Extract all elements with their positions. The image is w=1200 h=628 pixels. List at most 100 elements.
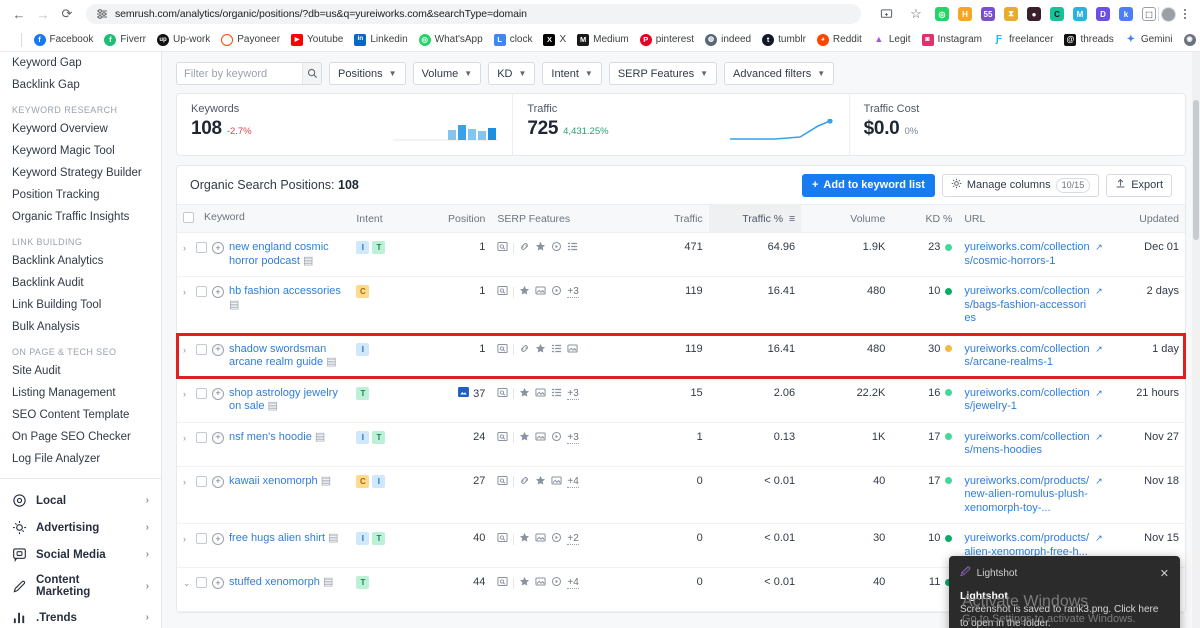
table-row[interactable]: › + nsf men's hoodie ▤ IT 24 +3 1 0.13 1… xyxy=(177,422,1185,467)
serp-reviews-icon[interactable] xyxy=(535,241,546,255)
row-checkbox[interactable] xyxy=(196,475,207,487)
profile-avatar-icon[interactable] xyxy=(1161,6,1176,22)
keyword-link[interactable]: kawaii xenomorph ▤ xyxy=(229,475,331,489)
column-header-intent[interactable]: Intent xyxy=(350,204,420,233)
bookmark-threads[interactable]: @ threads xyxy=(1059,32,1118,48)
bookmark-fiverr[interactable]: f Fiverr xyxy=(99,32,151,48)
keyword-link[interactable]: shadow swordsman arcane realm guide ▤ xyxy=(229,343,344,370)
keyword-link[interactable]: nsf men's hoodie ▤ xyxy=(229,431,325,445)
bookmark-legit[interactable]: ▲ Legit xyxy=(868,32,916,48)
serp-sitelinks-icon[interactable] xyxy=(551,343,562,357)
serp-more-count[interactable]: +3 xyxy=(567,388,579,400)
bookmark-payoneer[interactable]: Payoneer xyxy=(216,32,285,48)
serp-more-count[interactable]: +4 xyxy=(567,577,579,589)
keyword-link[interactable]: free hugs alien shirt ▤ xyxy=(229,532,338,546)
sidebar-item-social-media[interactable]: Social Media › xyxy=(0,541,161,568)
cast-icon[interactable] xyxy=(875,3,897,25)
add-keyword-icon[interactable]: + xyxy=(212,242,224,254)
row-expander-icon[interactable]: › xyxy=(183,532,191,544)
serp-preview-icon[interactable] xyxy=(497,475,508,489)
table-row[interactable]: › + shop astrology jewelry on sale ▤ T 3… xyxy=(177,378,1185,423)
column-header-kd[interactable]: KD % xyxy=(891,204,959,233)
apps-grid-icon[interactable] xyxy=(8,32,14,48)
column-header-position[interactable]: Position xyxy=(419,204,492,233)
serp-preview-icon[interactable] xyxy=(497,431,508,445)
sidebar-item-keyword-gap[interactable]: Keyword Gap xyxy=(0,52,161,74)
row-checkbox[interactable] xyxy=(196,431,207,443)
serp-more-count[interactable]: +4 xyxy=(567,476,579,488)
serp-preview-icon[interactable] xyxy=(497,576,508,590)
serp-preview-icon[interactable] xyxy=(497,343,508,357)
serp-preview-icon[interactable] xyxy=(497,532,508,546)
lightshot-extension-icon[interactable]: ⬚ xyxy=(1142,7,1156,21)
serp-image-icon[interactable] xyxy=(535,431,546,445)
serp-image-icon[interactable] xyxy=(567,343,578,357)
serp-video-icon[interactable] xyxy=(551,241,562,255)
sidebar-item-advertising[interactable]: Advertising › xyxy=(0,514,161,541)
bookmark-x[interactable]: XX xyxy=(538,32,571,48)
slides-extension-icon[interactable]: 55 xyxy=(981,7,995,21)
add-keyword-icon[interactable]: + xyxy=(212,343,224,356)
row-expander-icon[interactable]: › xyxy=(183,241,191,253)
serp-video-icon[interactable] xyxy=(551,285,562,299)
sidebar-item-keyword-magic-tool[interactable]: Keyword Magic Tool xyxy=(0,140,161,162)
external-link-icon[interactable]: ↗ xyxy=(1095,387,1103,399)
add-keyword-icon[interactable]: + xyxy=(212,533,224,545)
close-icon[interactable]: ✕ xyxy=(1160,567,1169,580)
url-link[interactable]: yureiworks.com/collections/jewelry-1 xyxy=(964,387,1091,414)
keyword-overview-icon[interactable]: ▤ xyxy=(303,255,313,267)
row-expander-icon[interactable]: › xyxy=(183,431,191,443)
serp-reviews-icon[interactable] xyxy=(519,387,530,401)
serp-reviews-icon[interactable] xyxy=(535,475,546,489)
filter-kd-button[interactable]: KD ▼ xyxy=(488,62,536,85)
sidebar-item-keyword-overview[interactable]: Keyword Overview xyxy=(0,118,161,140)
table-row[interactable]: › + hb fashion accessories ▤ C 1 +3 119 … xyxy=(177,276,1185,335)
sidebar-item-on-page-seo-checker[interactable]: On Page SEO Checker xyxy=(0,426,161,448)
back-arrow-icon[interactable]: ← xyxy=(8,3,30,25)
sidebar-item-backlink-audit[interactable]: Backlink Audit xyxy=(0,272,161,294)
column-header-traffic-pct[interactable]: Traffic % ≡ xyxy=(708,204,802,233)
filter-serp-features-button[interactable]: SERP Features ▼ xyxy=(608,62,717,85)
keyword-link[interactable]: new england cosmic horror podcast ▤ xyxy=(229,241,344,268)
serp-link-icon[interactable] xyxy=(519,241,530,255)
search-input[interactable] xyxy=(177,67,303,80)
honey-extension-icon[interactable]: H xyxy=(958,7,972,21)
column-header-volume[interactable]: Volume xyxy=(801,204,892,233)
add-keyword-icon[interactable]: + xyxy=(212,387,224,400)
serp-more-count[interactable]: +2 xyxy=(567,533,579,545)
add-keyword-icon[interactable]: + xyxy=(212,577,224,589)
bookmark-pinterest[interactable]: Ppinterest xyxy=(635,32,699,48)
url-link[interactable]: yureiworks.com/products/alien-xenomorph-… xyxy=(964,532,1091,559)
scrollbar-thumb[interactable] xyxy=(1193,100,1199,240)
sidebar-item-position-tracking[interactable]: Position Tracking xyxy=(0,184,161,206)
hourglass-extension-icon[interactable]: ⧗ xyxy=(1004,7,1018,21)
kami-extension-icon[interactable]: k xyxy=(1119,7,1133,21)
serp-link-icon[interactable] xyxy=(519,343,530,357)
row-expander-icon[interactable]: › xyxy=(183,475,191,487)
row-checkbox[interactable] xyxy=(196,242,207,253)
serp-reviews-icon[interactable] xyxy=(519,285,530,299)
sidebar-item-content-marketing[interactable]: Content Marketing › xyxy=(0,568,161,604)
row-checkbox[interactable] xyxy=(196,343,207,355)
serp-sitelinks-icon[interactable] xyxy=(551,387,562,401)
bookmark-whatsapp[interactable]: ◎ What'sApp xyxy=(414,32,488,48)
sidebar-item-trends[interactable]: .Trends › xyxy=(0,604,161,628)
site-settings-icon[interactable] xyxy=(96,8,108,20)
url-link[interactable]: yureiworks.com/collections/cosmic-horror… xyxy=(964,241,1091,268)
dark-circle-extension-icon[interactable]: ● xyxy=(1027,7,1041,21)
column-header-url[interactable]: URL xyxy=(958,204,1109,233)
filter-positions-button[interactable]: Positions ▼ xyxy=(329,62,406,85)
keyword-overview-icon[interactable]: ▤ xyxy=(315,431,325,443)
sidebar-item-link-building-tool[interactable]: Link Building Tool xyxy=(0,294,161,316)
serp-image-icon[interactable] xyxy=(535,532,546,546)
manage-columns-button[interactable]: Manage columns 10/15 xyxy=(941,173,1100,197)
external-link-icon[interactable]: ↗ xyxy=(1095,285,1103,297)
filter-volume-button[interactable]: Volume ▼ xyxy=(412,62,482,85)
serp-reviews-icon[interactable] xyxy=(519,431,530,445)
export-button[interactable]: Export xyxy=(1106,173,1172,197)
serp-more-count[interactable]: +3 xyxy=(567,432,579,444)
external-link-icon[interactable]: ↗ xyxy=(1095,475,1103,487)
keyword-filter[interactable] xyxy=(176,62,322,85)
bookmark-indeed[interactable]: ◍ indeed xyxy=(700,32,756,48)
serp-preview-icon[interactable] xyxy=(497,387,508,401)
